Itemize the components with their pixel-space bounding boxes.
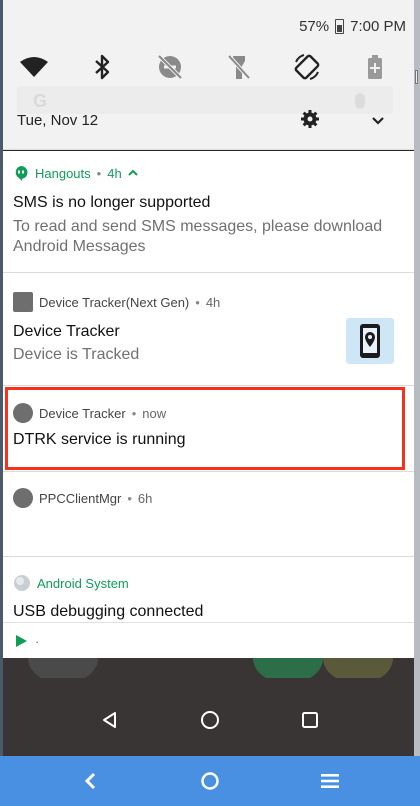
notification-ppcclientmgr[interactable]: PPCClientMgr • 6h: [3, 472, 414, 556]
system-navigation-bar: [0, 700, 420, 740]
separator: •: [96, 165, 102, 181]
home-button[interactable]: [190, 700, 230, 740]
notification-title: USB debugging connected: [13, 603, 204, 620]
notification-body: To read and send SMS messages, please do…: [13, 218, 383, 255]
notification-separator-dot: ·: [35, 633, 40, 649]
android-system-icon: [14, 575, 30, 591]
dnd-off-icon[interactable]: [153, 52, 187, 82]
separator: •: [127, 490, 132, 506]
quick-settings-tiles: [3, 52, 414, 82]
flashlight-off-icon[interactable]: [222, 52, 256, 82]
notification-title: Device Tracker: [13, 323, 120, 340]
app-name: Hangouts: [35, 165, 91, 181]
wifi-icon[interactable]: [17, 52, 51, 82]
battery-icon: [335, 19, 345, 34]
date-label: Tue, Nov 12: [17, 112, 99, 129]
settings-gear-icon[interactable]: [299, 108, 321, 130]
back-button[interactable]: [90, 700, 130, 740]
notification-time: 6h: [137, 490, 153, 506]
app-name: Android System: [37, 575, 129, 591]
phone-location-icon: [346, 318, 394, 364]
mic-icon: [355, 93, 365, 109]
notification-body: Device is Tracked: [13, 346, 140, 363]
notification-time: 4h: [205, 294, 221, 310]
recents-button[interactable]: [290, 700, 330, 740]
google-logo-ghost: G: [33, 91, 48, 111]
bluetooth-icon[interactable]: [85, 52, 119, 82]
battery-saver-icon[interactable]: [358, 52, 392, 82]
expand-chevron-icon[interactable]: [369, 111, 387, 129]
notification-header: Device Tracker(Next Gen) • 4h: [13, 292, 220, 312]
notification-header: ·: [13, 633, 39, 649]
circle-home-button[interactable]: [188, 759, 232, 803]
quick-settings-panel: 57% 7:00 PM G Tue, Nov 12: [3, 0, 414, 150]
search-bar-ghost: [17, 86, 393, 114]
notification-time: 4h: [107, 165, 122, 181]
auto-rotate-icon[interactable]: [290, 52, 324, 82]
status-bar: 57% 7:00 PM: [299, 18, 406, 35]
notification-header: Hangouts • 4h: [13, 165, 138, 181]
separator: •: [195, 294, 200, 310]
battery-percent: 57%: [299, 18, 330, 35]
notification-title: SMS is no longer supported: [13, 194, 211, 211]
notification-header: PPCClientMgr • 6h: [13, 488, 152, 508]
notification-header: Android System: [13, 574, 129, 592]
hangouts-icon: [15, 166, 28, 181]
notification-play-store[interactable]: ·: [3, 622, 414, 658]
highlight-box: [5, 387, 405, 470]
app-name: Device Tracker(Next Gen): [39, 294, 190, 310]
notification-android-system[interactable]: Android System USB debugging connected: [3, 557, 414, 622]
window-frame-right: [414, 0, 420, 756]
remote-control-bar: [0, 756, 420, 806]
app-name: PPCClientMgr: [39, 490, 122, 506]
notification-hangouts[interactable]: Hangouts • 4h SMS is no longer supported…: [3, 151, 414, 272]
menu-hamburger-icon[interactable]: [308, 759, 352, 803]
clock: 7:00 PM: [350, 18, 406, 35]
play-store-icon: [16, 635, 27, 647]
scroll-hint: [415, 70, 418, 84]
app-icons-peek: [28, 658, 393, 678]
chevron-left-button[interactable]: [68, 759, 112, 803]
app-icon: [13, 292, 33, 312]
app-icon: [13, 488, 33, 508]
collapse-chevron-icon[interactable]: [127, 169, 138, 177]
